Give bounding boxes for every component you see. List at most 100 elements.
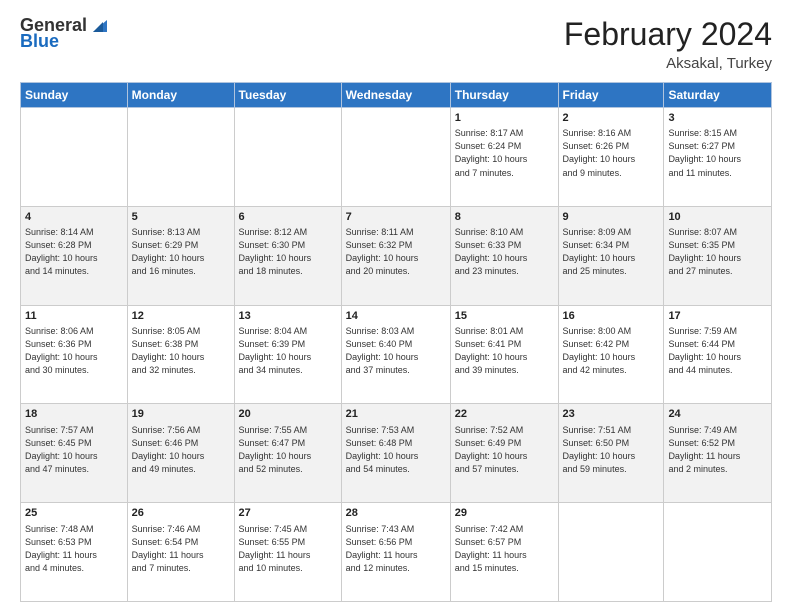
day-info: Sunrise: 7:43 AM Sunset: 6:56 PM Dayligh… bbox=[346, 523, 446, 575]
day-cell: 2Sunrise: 8:16 AM Sunset: 6:26 PM Daylig… bbox=[558, 108, 664, 207]
day-info: Sunrise: 8:17 AM Sunset: 6:24 PM Dayligh… bbox=[455, 127, 554, 179]
week-row-1: 4Sunrise: 8:14 AM Sunset: 6:28 PM Daylig… bbox=[21, 206, 772, 305]
day-cell: 28 Sunrise: 7:43 AM Sunset: 6:56 PM Dayli… bbox=[341, 503, 450, 602]
day-cell: 14Sunrise: 8:03 AM Sunset: 6:40 PM Dayli… bbox=[341, 305, 450, 404]
day-number: 2 bbox=[563, 111, 660, 126]
day-cell: 15Sunrise: 8:01 AM Sunset: 6:41 PM Dayli… bbox=[450, 305, 558, 404]
day-number: 13 bbox=[239, 309, 337, 324]
day-cell: 26 Sunrise: 7:46 AM Sunset: 6:54 PM Dayli… bbox=[127, 503, 234, 602]
day-number: 29 bbox=[455, 506, 554, 521]
day-cell: 23Sunrise: 7:51 AM Sunset: 6:50 PM Dayli… bbox=[558, 404, 664, 503]
day-info: Sunrise: 7:56 AM Sunset: 6:46 PM Dayligh… bbox=[132, 424, 230, 476]
title-block: February 2024 Aksakal, Turkey bbox=[564, 16, 772, 72]
calendar-page: General Blue February 2024 Aksakal, Turk… bbox=[0, 0, 792, 612]
day-number: 6 bbox=[239, 210, 337, 225]
day-info: Sunrise: 8:12 AM Sunset: 6:30 PM Dayligh… bbox=[239, 226, 337, 278]
day-cell bbox=[21, 108, 128, 207]
calendar-table: Sunday Monday Tuesday Wednesday Thursday… bbox=[20, 82, 772, 602]
header-wednesday: Wednesday bbox=[341, 83, 450, 108]
day-info: Sunrise: 8:15 AM Sunset: 6:27 PM Dayligh… bbox=[668, 127, 767, 179]
header-sunday: Sunday bbox=[21, 83, 128, 108]
day-number: 20 bbox=[239, 407, 337, 422]
week-row-3: 18 Sunrise: 7:57 AM Sunset: 6:45 PM Dayli… bbox=[21, 404, 772, 503]
day-number: 9 bbox=[563, 210, 660, 225]
day-info: Sunrise: 8:03 AM Sunset: 6:40 PM Dayligh… bbox=[346, 325, 446, 377]
calendar-subtitle: Aksakal, Turkey bbox=[564, 55, 772, 72]
day-number: 1 bbox=[455, 111, 554, 126]
day-cell: 1Sunrise: 8:17 AM Sunset: 6:24 PM Daylig… bbox=[450, 108, 558, 207]
day-cell: 20Sunrise: 7:55 AM Sunset: 6:47 PM Dayli… bbox=[234, 404, 341, 503]
day-number: 25 bbox=[25, 506, 123, 521]
day-info: Sunrise: 8:05 AM Sunset: 6:38 PM Dayligh… bbox=[132, 325, 230, 377]
day-number: 24 bbox=[668, 407, 767, 422]
logo: General Blue bbox=[20, 16, 111, 52]
day-cell: 27 Sunrise: 7:45 AM Sunset: 6:55 PM Dayli… bbox=[234, 503, 341, 602]
logo-icon bbox=[89, 14, 111, 36]
day-cell: 6Sunrise: 8:12 AM Sunset: 6:30 PM Daylig… bbox=[234, 206, 341, 305]
day-cell: 5Sunrise: 8:13 AM Sunset: 6:29 PM Daylig… bbox=[127, 206, 234, 305]
day-number: 11 bbox=[25, 309, 123, 324]
day-number: 12 bbox=[132, 309, 230, 324]
day-number: 16 bbox=[563, 309, 660, 324]
day-info: Sunrise: 7:42 AM Sunset: 6:57 PM Dayligh… bbox=[455, 523, 554, 575]
day-info: Sunrise: 7:51 AM Sunset: 6:50 PM Dayligh… bbox=[563, 424, 660, 476]
day-info: Sunrise: 8:00 AM Sunset: 6:42 PM Dayligh… bbox=[563, 325, 660, 377]
day-cell: 13Sunrise: 8:04 AM Sunset: 6:39 PM Dayli… bbox=[234, 305, 341, 404]
day-info: Sunrise: 8:06 AM Sunset: 6:36 PM Dayligh… bbox=[25, 325, 123, 377]
day-info: Sunrise: 7:52 AM Sunset: 6:49 PM Dayligh… bbox=[455, 424, 554, 476]
day-number: 28 bbox=[346, 506, 446, 521]
calendar-header: General Blue February 2024 Aksakal, Turk… bbox=[20, 16, 772, 72]
day-cell: 8Sunrise: 8:10 AM Sunset: 6:33 PM Daylig… bbox=[450, 206, 558, 305]
day-info: Sunrise: 8:11 AM Sunset: 6:32 PM Dayligh… bbox=[346, 226, 446, 278]
day-cell bbox=[234, 108, 341, 207]
day-cell bbox=[127, 108, 234, 207]
day-info: Sunrise: 7:57 AM Sunset: 6:45 PM Dayligh… bbox=[25, 424, 123, 476]
day-number: 27 bbox=[239, 506, 337, 521]
day-info: Sunrise: 8:04 AM Sunset: 6:39 PM Dayligh… bbox=[239, 325, 337, 377]
logo-blue: Blue bbox=[20, 32, 59, 52]
day-cell: 24Sunrise: 7:49 AM Sunset: 6:52 PM Dayli… bbox=[664, 404, 772, 503]
day-info: Sunrise: 7:48 AM Sunset: 6:53 PM Dayligh… bbox=[25, 523, 123, 575]
day-cell: 11Sunrise: 8:06 AM Sunset: 6:36 PM Dayli… bbox=[21, 305, 128, 404]
day-info: Sunrise: 7:46 AM Sunset: 6:54 PM Dayligh… bbox=[132, 523, 230, 575]
day-info: Sunrise: 8:14 AM Sunset: 6:28 PM Dayligh… bbox=[25, 226, 123, 278]
header-friday: Friday bbox=[558, 83, 664, 108]
header-monday: Monday bbox=[127, 83, 234, 108]
day-info: Sunrise: 7:53 AM Sunset: 6:48 PM Dayligh… bbox=[346, 424, 446, 476]
day-cell: 25 Sunrise: 7:48 AM Sunset: 6:53 PM Dayli… bbox=[21, 503, 128, 602]
day-info: Sunrise: 8:16 AM Sunset: 6:26 PM Dayligh… bbox=[563, 127, 660, 179]
day-cell: 19 Sunrise: 7:56 AM Sunset: 6:46 PM Dayli… bbox=[127, 404, 234, 503]
day-info: Sunrise: 8:07 AM Sunset: 6:35 PM Dayligh… bbox=[668, 226, 767, 278]
day-number: 15 bbox=[455, 309, 554, 324]
day-info: Sunrise: 7:45 AM Sunset: 6:55 PM Dayligh… bbox=[239, 523, 337, 575]
day-number: 19 bbox=[132, 407, 230, 422]
day-cell: 9Sunrise: 8:09 AM Sunset: 6:34 PM Daylig… bbox=[558, 206, 664, 305]
day-number: 5 bbox=[132, 210, 230, 225]
week-row-2: 11Sunrise: 8:06 AM Sunset: 6:36 PM Dayli… bbox=[21, 305, 772, 404]
day-cell: 29 Sunrise: 7:42 AM Sunset: 6:57 PM Dayli… bbox=[450, 503, 558, 602]
day-cell: 3Sunrise: 8:15 AM Sunset: 6:27 PM Daylig… bbox=[664, 108, 772, 207]
day-cell bbox=[558, 503, 664, 602]
day-cell: 21Sunrise: 7:53 AM Sunset: 6:48 PM Dayli… bbox=[341, 404, 450, 503]
day-info: Sunrise: 8:13 AM Sunset: 6:29 PM Dayligh… bbox=[132, 226, 230, 278]
day-info: Sunrise: 7:59 AM Sunset: 6:44 PM Dayligh… bbox=[668, 325, 767, 377]
day-cell: 4Sunrise: 8:14 AM Sunset: 6:28 PM Daylig… bbox=[21, 206, 128, 305]
day-info: Sunrise: 8:10 AM Sunset: 6:33 PM Dayligh… bbox=[455, 226, 554, 278]
calendar-header-row: Sunday Monday Tuesday Wednesday Thursday… bbox=[21, 83, 772, 108]
header-tuesday: Tuesday bbox=[234, 83, 341, 108]
day-number: 26 bbox=[132, 506, 230, 521]
day-cell bbox=[664, 503, 772, 602]
day-cell: 12Sunrise: 8:05 AM Sunset: 6:38 PM Dayli… bbox=[127, 305, 234, 404]
day-cell bbox=[341, 108, 450, 207]
day-number: 18 bbox=[25, 407, 123, 422]
day-number: 7 bbox=[346, 210, 446, 225]
calendar-title: February 2024 bbox=[564, 16, 772, 53]
day-cell: 18 Sunrise: 7:57 AM Sunset: 6:45 PM Dayli… bbox=[21, 404, 128, 503]
day-number: 14 bbox=[346, 309, 446, 324]
day-cell: 17Sunrise: 7:59 AM Sunset: 6:44 PM Dayli… bbox=[664, 305, 772, 404]
day-number: 10 bbox=[668, 210, 767, 225]
day-cell: 7Sunrise: 8:11 AM Sunset: 6:32 PM Daylig… bbox=[341, 206, 450, 305]
header-thursday: Thursday bbox=[450, 83, 558, 108]
week-row-0: 1Sunrise: 8:17 AM Sunset: 6:24 PM Daylig… bbox=[21, 108, 772, 207]
day-number: 8 bbox=[455, 210, 554, 225]
